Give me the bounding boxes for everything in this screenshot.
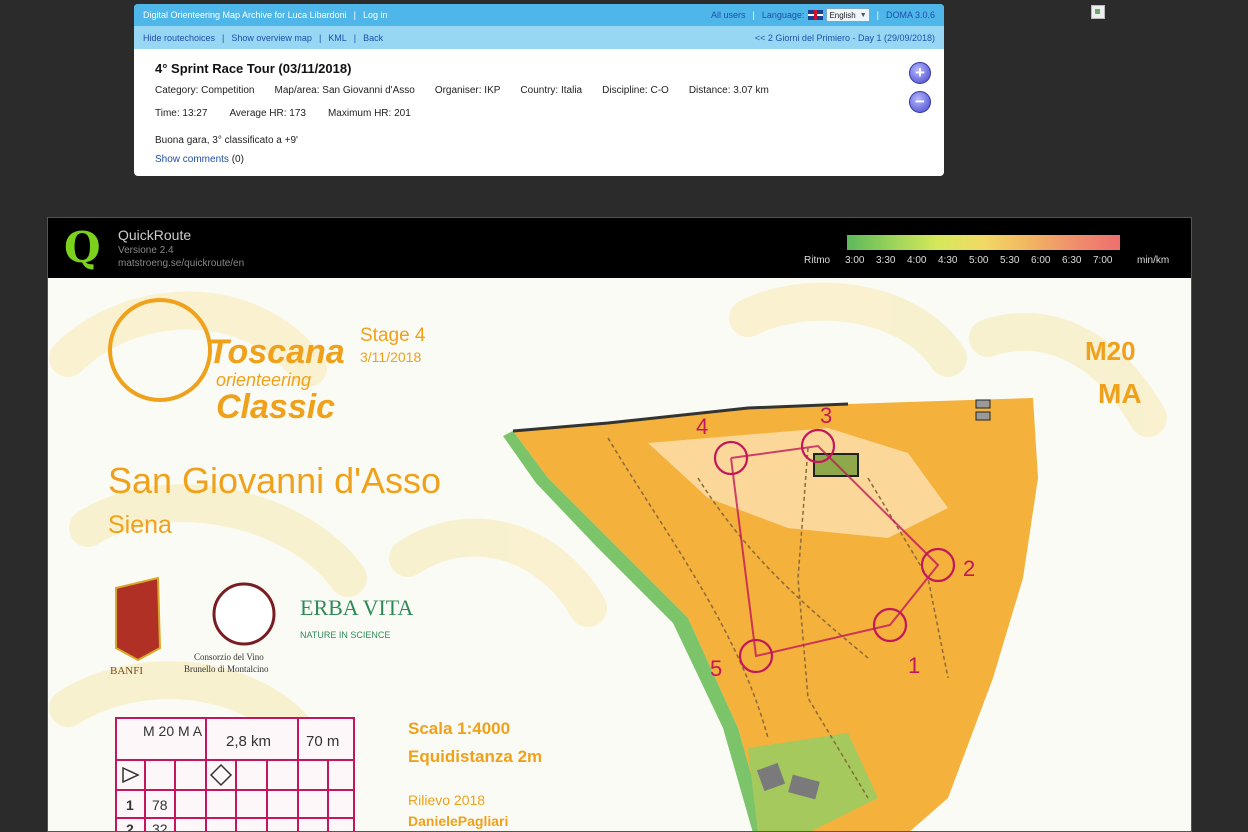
category-text: Category: Competition <box>155 85 255 96</box>
separator: | <box>876 10 879 20</box>
pace-tick: 5:00 <box>969 255 989 266</box>
consorzio-seal-icon <box>212 582 276 646</box>
uk-flag-icon <box>808 10 824 20</box>
building <box>975 399 991 409</box>
quickroute-header: Q QuickRoute Versione 2.4 matstroeng.se/… <box>48 218 1191 278</box>
pace-color-scale <box>847 235 1120 250</box>
class-line-1: M20 <box>1085 336 1136 366</box>
control-number: 2 <box>963 556 975 581</box>
distance-text: Distance: 3.07 km <box>688 85 769 96</box>
consorzio-label-2: Brunello di Montalcino <box>184 664 269 674</box>
stats-row: Time: 13:27 Average HR: 173 Maximum HR: … <box>155 108 923 119</box>
map-area-text: Map/area: San Giovanni d'Asso <box>274 85 415 96</box>
row-code: 78 <box>152 797 168 813</box>
place-name: San Giovanni d'Asso <box>108 460 441 501</box>
map-title: 4° Sprint Race Tour (03/11/2018) <box>155 61 352 76</box>
erba-vita-label: ERBA VITA <box>300 595 413 620</box>
discipline-text: Discipline: C-O <box>602 85 669 96</box>
pace-tick: 5:30 <box>1000 255 1020 266</box>
country-text: Country: Italia <box>520 85 583 96</box>
class-line-2: MA <box>1098 378 1142 409</box>
show-overview-map-link[interactable]: Show overview map <box>231 33 312 43</box>
doma-version-link[interactable]: DOMA 3.0.6 <box>886 10 935 20</box>
chevron-down-icon: ▼ <box>859 11 867 19</box>
orienteering-map[interactable]: 1 2 3 4 5 Toscana orienteering Classic S… <box>48 278 1191 832</box>
pace-tick: 3:00 <box>845 255 865 266</box>
separator: | <box>222 32 225 43</box>
broken-image-icon <box>1091 5 1105 19</box>
map-drawing: 1 2 3 4 5 Toscana orienteering Classic S… <box>49 282 1167 832</box>
row-code: 32 <box>152 821 168 832</box>
separator: | <box>353 32 357 43</box>
pace-ticks: 3:00 3:30 4:00 4:30 5:00 5:30 6:00 6:30 … <box>845 255 1124 266</box>
brand-line-2: orienteering <box>216 370 311 390</box>
brand-line-1: Toscana <box>208 333 345 371</box>
show-comments-row: Show comments (0) <box>155 154 923 165</box>
banfi-crest-icon <box>115 576 162 662</box>
zoom-out-button[interactable]: − <box>909 91 931 113</box>
control-number: 1 <box>908 653 920 678</box>
language-select[interactable]: English ▼ <box>826 8 870 22</box>
quickroute-logo-icon: Q <box>64 223 101 272</box>
quickroute-name: QuickRoute <box>118 227 192 243</box>
language-label: Language: <box>761 10 805 20</box>
scale-text: Scala 1:4000 <box>408 719 510 738</box>
control-number: 4 <box>696 414 708 439</box>
zoom-in-button[interactable]: + <box>909 62 931 84</box>
all-users-link[interactable]: All users <box>711 10 746 20</box>
separator: | <box>353 10 356 20</box>
pace-tick: 4:30 <box>938 255 958 266</box>
consorzio-label-1: Consorzio del Vino <box>194 652 264 662</box>
quickroute-viewer: Q QuickRoute Versione 2.4 matstroeng.se/… <box>47 217 1192 832</box>
login-link[interactable]: Log in <box>363 10 388 20</box>
map-details: 4° Sprint Race Tour (03/11/2018) Categor… <box>134 49 944 175</box>
banfi-label: BANFI <box>110 665 143 677</box>
erba-vita-sub: NATURE IN SCIENCE <box>300 630 390 640</box>
show-comments-link[interactable]: Show comments <box>155 154 229 165</box>
average-hr-text: Average HR: 173 <box>229 108 306 119</box>
comments-count: (0) <box>231 154 244 165</box>
stage-label: Stage 4 <box>360 325 426 346</box>
map-info-panel: Digital Orienteering Map Archive for Luc… <box>134 4 944 176</box>
pace-tick: 6:00 <box>1031 255 1051 266</box>
region-name: Siena <box>108 511 172 539</box>
separator: | <box>318 32 322 43</box>
details-row: Category: Competition Map/area: San Giov… <box>155 85 923 96</box>
control-number: 5 <box>710 656 722 681</box>
surveyor-text: DanielePagliari <box>408 813 508 829</box>
pace-tick: 7:00 <box>1093 255 1113 266</box>
brand-line-3: Classic <box>216 388 335 426</box>
course-class: M 20 M A <box>143 723 203 739</box>
row-number: 1 <box>126 797 134 813</box>
pace-tick: 6:30 <box>1062 255 1082 266</box>
control-number: 3 <box>820 403 832 428</box>
pace-unit: min/km <box>1137 255 1170 266</box>
pace-tick: 4:00 <box>907 255 927 266</box>
nav-bar: Hide routechoices | Show overview map | … <box>134 26 944 49</box>
comment-text: Buona gara, 3° classificato a +9' <box>155 135 298 146</box>
stage-date: 3/11/2018 <box>360 349 421 365</box>
top-bar: Digital Orienteering Map Archive for Luc… <box>134 4 944 26</box>
row-number: 2 <box>126 821 134 832</box>
pace-tick: 3:30 <box>876 255 896 266</box>
course-length: 2,8 km <box>226 733 271 750</box>
contour-text: Equidistanza 2m <box>408 747 542 766</box>
survey-text: Rilievo 2018 <box>408 792 485 808</box>
separator: | <box>752 10 755 20</box>
quickroute-version: Versione 2.4 <box>118 245 174 256</box>
kml-link[interactable]: KML <box>328 33 347 43</box>
back-link[interactable]: Back <box>363 33 383 43</box>
hide-routechoices-link[interactable]: Hide routechoices <box>143 33 215 43</box>
site-title-link[interactable]: Digital Orienteering Map Archive for Luc… <box>143 10 347 20</box>
ritmo-label: Ritmo <box>804 255 831 266</box>
organiser-text: Organiser: IKP <box>434 85 501 96</box>
previous-event-link[interactable]: << 2 Giorni del Primiero - Day 1 (29/09/… <box>755 33 935 43</box>
maximum-hr-text: Maximum HR: 201 <box>327 108 411 119</box>
quickroute-url: matstroeng.se/quickroute/en <box>118 258 245 269</box>
course-climb: 70 m <box>306 733 339 750</box>
language-value: English <box>829 10 856 20</box>
building <box>975 411 991 421</box>
time-text: Time: 13:27 <box>155 108 208 119</box>
